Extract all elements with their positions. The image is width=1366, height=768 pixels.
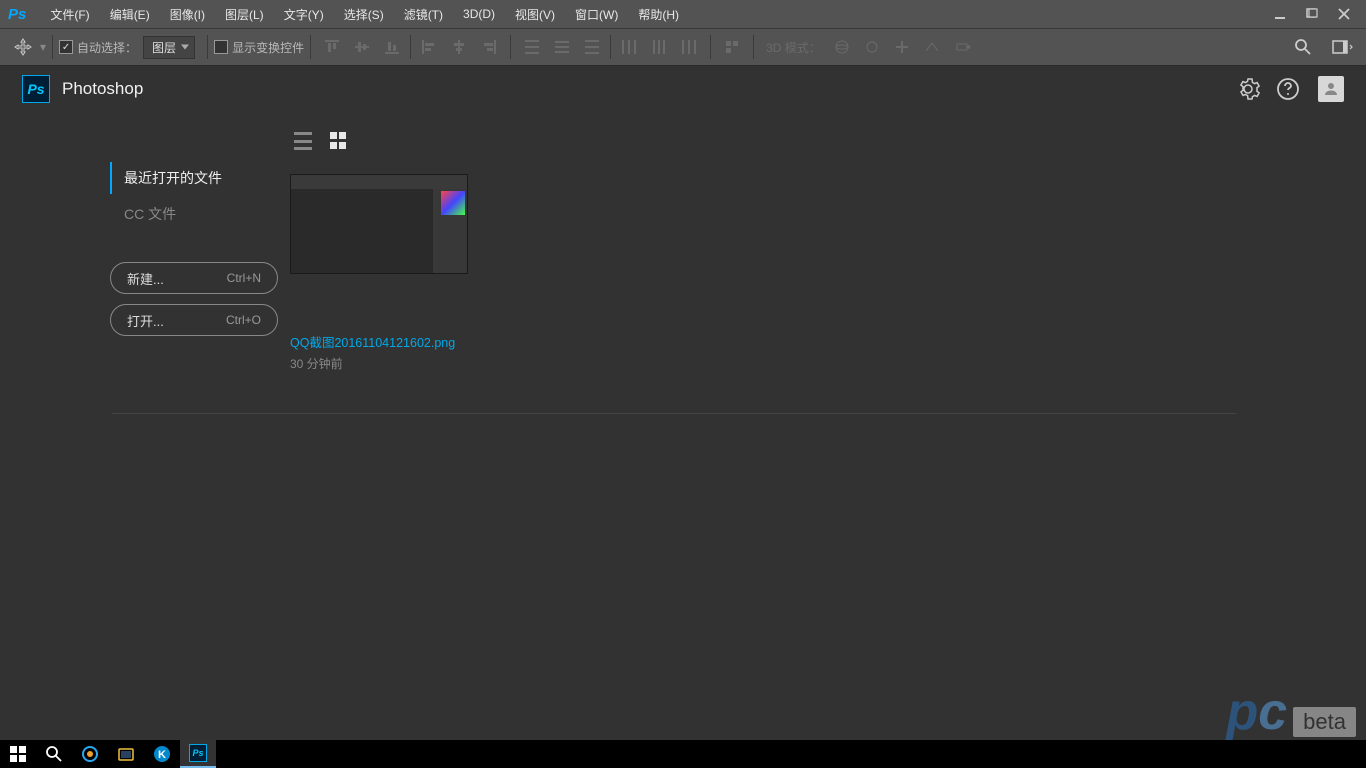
menu-edit[interactable]: 编辑(E) — [100, 0, 160, 28]
menu-window[interactable]: 窗口(W) — [565, 0, 628, 28]
gear-icon[interactable] — [1236, 77, 1260, 101]
start-sidebar: 最近打开的文件 CC 文件 新建... Ctrl+N 打开... Ctrl+O — [110, 122, 290, 740]
open-button-shortcut: Ctrl+O — [226, 313, 261, 327]
sidebar-item-recent[interactable]: 最近打开的文件 — [110, 162, 290, 194]
distribute-right-icon — [675, 33, 703, 61]
menu-file[interactable]: 文件(F) — [40, 0, 99, 28]
3d-slide-icon — [918, 33, 946, 61]
ps-icon: Ps — [22, 75, 50, 103]
3d-roll-icon — [858, 33, 886, 61]
sidebar-item-cc-files[interactable]: CC 文件 — [110, 198, 290, 230]
show-transform-checkbox[interactable] — [214, 40, 228, 54]
new-button-shortcut: Ctrl+N — [227, 271, 261, 285]
show-transform-label: 显示变换控件 — [232, 39, 304, 56]
align-top-icon — [318, 33, 346, 61]
app-logo-icon: Ps — [8, 6, 26, 23]
window-maximize-button[interactable] — [1298, 4, 1326, 24]
taskbar-start-button[interactable] — [0, 740, 36, 768]
auto-select-dropdown[interactable]: 图层 — [143, 36, 195, 59]
recent-file-item[interactable]: QQ截图20161104121602.png 30 分钟前 — [290, 174, 470, 372]
recent-files-grid: QQ截图20161104121602.png 30 分钟前 — [290, 174, 1344, 372]
grid-view-button[interactable] — [330, 132, 348, 150]
3d-orbit-icon — [828, 33, 856, 61]
align-bottom-icon — [378, 33, 406, 61]
align-vcenter-icon — [348, 33, 376, 61]
list-view-button[interactable] — [294, 132, 312, 150]
divider — [112, 413, 1236, 414]
menu-3d[interactable]: 3D(D) — [453, 0, 505, 28]
auto-select-checkbox[interactable] — [59, 40, 73, 54]
taskbar-app-folder[interactable] — [108, 740, 144, 768]
distribute-bottom-icon — [578, 33, 606, 61]
mode-3d-label: 3D 模式： — [766, 39, 821, 56]
start-header: Ps Photoshop — [0, 66, 1366, 112]
recent-file-thumbnail — [290, 174, 468, 274]
distribute-top-icon — [518, 33, 546, 61]
recent-file-name: QQ截图20161104121602.png — [290, 332, 470, 351]
taskbar: K Ps — [0, 740, 1366, 768]
menu-image[interactable]: 图像(I) — [160, 0, 215, 28]
user-avatar-icon[interactable] — [1318, 76, 1344, 102]
3d-zoom-icon — [948, 33, 976, 61]
distribute-left-icon — [615, 33, 643, 61]
align-right-icon — [475, 33, 503, 61]
menu-select[interactable]: 选择(S) — [334, 0, 394, 28]
menu-help[interactable]: 帮助(H) — [628, 0, 689, 28]
distribute-vcenter-icon — [548, 33, 576, 61]
auto-align-icon — [718, 33, 746, 61]
auto-select-label: 自动选择： — [77, 39, 137, 56]
distribute-hcenter-icon — [645, 33, 673, 61]
menu-layer[interactable]: 图层(L) — [215, 0, 274, 28]
3d-pan-icon — [888, 33, 916, 61]
window-close-button[interactable] — [1330, 4, 1358, 24]
open-button[interactable]: 打开... Ctrl+O — [110, 304, 278, 336]
view-toggle — [290, 122, 1344, 174]
new-button[interactable]: 新建... Ctrl+N — [110, 262, 278, 294]
start-content: 最近打开的文件 CC 文件 新建... Ctrl+N 打开... Ctrl+O — [0, 112, 1366, 740]
taskbar-app-browser[interactable] — [72, 740, 108, 768]
new-button-label: 新建... — [127, 269, 164, 288]
menu-bar: Ps 文件(F) 编辑(E) 图像(I) 图层(L) 文字(Y) 选择(S) 滤… — [0, 0, 1366, 28]
menu-view[interactable]: 视图(V) — [505, 0, 565, 28]
help-icon[interactable] — [1276, 77, 1300, 101]
svg-text:K: K — [158, 749, 166, 761]
align-hcenter-icon — [445, 33, 473, 61]
move-tool-icon[interactable] — [9, 33, 37, 61]
open-button-label: 打开... — [127, 311, 164, 330]
workspace-switcher-icon[interactable] — [1329, 33, 1357, 61]
align-left-icon — [415, 33, 443, 61]
menu-type[interactable]: 文字(Y) — [274, 0, 334, 28]
taskbar-search-button[interactable] — [36, 740, 72, 768]
search-icon[interactable] — [1289, 33, 1317, 61]
window-minimize-button[interactable] — [1266, 4, 1294, 24]
menu-filter[interactable]: 滤镜(T) — [394, 0, 453, 28]
app-title: Photoshop — [62, 79, 143, 99]
start-main: QQ截图20161104121602.png 30 分钟前 — [290, 122, 1344, 740]
options-bar: ▾ 自动选择： 图层 显示变换控件 3D 模式： — [0, 28, 1366, 66]
taskbar-app-photoshop[interactable]: Ps — [180, 740, 216, 768]
taskbar-app-k[interactable]: K — [144, 740, 180, 768]
recent-file-time: 30 分钟前 — [290, 355, 470, 372]
